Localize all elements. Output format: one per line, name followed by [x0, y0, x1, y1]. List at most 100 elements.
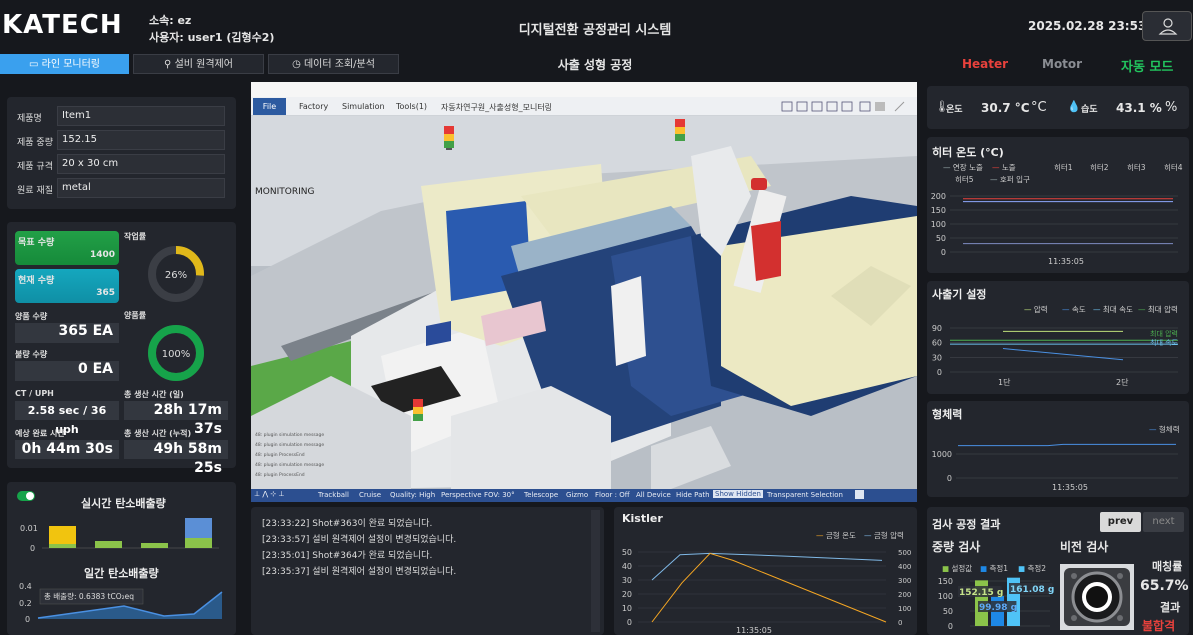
sim-status-quality[interactable]: Quality: High	[390, 491, 435, 499]
sim-menu-tools[interactable]: Tools(1)	[396, 102, 427, 111]
rt-tick-1: 0	[30, 544, 35, 553]
weight-data-label: 161.08 g	[1010, 585, 1054, 595]
kistler-y-tick-right: 300	[898, 577, 911, 585]
kistler-y-tick-left: 50	[622, 548, 632, 557]
y-tick: 90	[932, 324, 942, 333]
tab-line-monitoring-label: 라인 모니터링	[41, 59, 101, 70]
tab-line-monitoring[interactable]: ▭ 라인 모니터링	[0, 54, 129, 74]
match-value: 65.7%	[1140, 578, 1189, 594]
rt-bar	[185, 538, 212, 548]
yield-label: 양품률	[124, 311, 147, 320]
sim-menu-factory[interactable]: Factory	[299, 102, 328, 111]
sim-status-hide-path[interactable]: Hide Path	[676, 491, 710, 499]
total-cum-label: 총 생산 시간 (누적)	[124, 429, 192, 438]
y-tick: 200	[931, 192, 946, 201]
y-tick: 0	[947, 474, 952, 483]
log-line: [23:33:57] 설비 원격제어 설정이 변경되었습니다.	[262, 535, 457, 545]
sim-status-transparent[interactable]: Transparent Selection	[767, 491, 843, 499]
target-qty-value: 1400	[89, 250, 115, 260]
kistler-y-tick-right: 500	[898, 549, 911, 557]
tab-remote-control-label: 설비 원격제어	[174, 59, 233, 70]
sim-toolbar-icons[interactable]	[780, 100, 915, 114]
svg-text:48: plugin ProcessEnd: 48: plugin ProcessEnd	[255, 452, 305, 458]
sim-menu-file[interactable]: File	[253, 98, 286, 115]
log-line: [23:35:01] Shot#364가 완료 되었습니다.	[262, 551, 433, 561]
inj-x-tick: 1단	[998, 377, 1011, 387]
sim-status-gizmo[interactable]: Gizmo	[566, 491, 588, 499]
rt-bar	[49, 526, 76, 546]
heater-x-tick: 11:35:05	[1048, 257, 1084, 266]
target-qty-label: 목표 수량	[18, 238, 55, 248]
heater-temp-title: 히터 온도 (°C)	[932, 146, 1004, 159]
tab-data-analysis[interactable]: ◷ 데이터 조회/분석	[268, 54, 399, 74]
injection-legend-label: 압력	[1033, 305, 1048, 314]
inspection-title: 검사 공정 결과	[932, 518, 1001, 531]
kistler-y-tick-left: 40	[622, 562, 632, 571]
rt-bar	[49, 544, 76, 548]
sim-axis-icons[interactable]: ⊥ ⋀ ⊹ ⊥	[254, 490, 284, 498]
rt-bar	[95, 541, 122, 548]
yield-value: 100%	[162, 349, 191, 360]
total-cum-value: 49h 58m 25s	[124, 440, 228, 476]
work-rate-label: 작업률	[124, 232, 147, 241]
heater-legend-item: 히터5	[955, 175, 974, 184]
heater-legend-item: — 호퍼 입구	[990, 175, 1030, 184]
tab-remote-control[interactable]: ⚲ 설비 원격제어	[133, 54, 264, 74]
heater-legend-label: 노즐	[1001, 163, 1016, 172]
inj-annotation: 최대 압력	[1150, 329, 1178, 338]
prev-button[interactable]: prev	[1100, 512, 1141, 532]
humidity-unit: %	[1165, 100, 1178, 115]
heater-legend-item: 히터4	[1164, 163, 1183, 172]
kistler-title: Kistler	[622, 512, 663, 525]
kistler-y-tick-left: 0	[627, 618, 632, 627]
user-text: 사용자: user1 (김형수2)	[149, 31, 275, 44]
weight-legend-label: 측정2	[1027, 564, 1047, 573]
injection-legend-label: 최대 압력	[1147, 305, 1178, 314]
affiliation-text: 소속: ez	[149, 14, 192, 27]
kistler-legend-pressure-label: 금형 압력	[873, 531, 904, 540]
katech-logo: KATECH	[2, 10, 123, 40]
weight-legend-label: 설정값	[951, 564, 973, 573]
sim-status-fov[interactable]: FOV: 30°	[484, 491, 515, 499]
current-qty-value: 365	[96, 288, 115, 298]
kistler-chart: 50 500 40 400 30 300 20 200 10 100 0 0 11:35:05	[622, 548, 912, 635]
weight-inspection-chart: 150 100 50 0 152.15 g 99.98 g 161.08 g	[938, 577, 1055, 631]
mode-status: 자동 모드	[1121, 60, 1174, 75]
monitoring-label: MONITORING	[255, 187, 314, 197]
daily-tick-1: 0.2	[19, 599, 32, 608]
sim-status-show-hidden[interactable]: Show Hidden	[713, 490, 763, 498]
injection-legend-label: 속도	[1071, 305, 1086, 314]
next-button[interactable]: next	[1143, 512, 1184, 532]
y-tick: 0	[948, 622, 953, 631]
sim-status-trackball[interactable]: Trackball	[318, 491, 349, 499]
kistler-y-tick-right: 200	[898, 591, 911, 599]
sim-status-floor[interactable]: Floor : Off	[595, 491, 630, 499]
daily-tick-2: 0	[25, 615, 30, 624]
motor-status: Motor	[1042, 57, 1083, 71]
sim-status-cruise[interactable]: Cruise	[359, 491, 381, 499]
product-spec-label: 제품 규격	[17, 162, 53, 172]
injection-legend-item: — 최대 속도	[1093, 305, 1133, 314]
product-name-field: Item1	[57, 106, 225, 126]
sim-status-all-device[interactable]: All Device	[636, 491, 671, 499]
system-title: 디지털전환 공정관리 시스템	[518, 23, 672, 38]
sim-status-perspective[interactable]: Perspective	[441, 491, 482, 499]
eta-value: 0h 44m 30s	[15, 440, 119, 459]
log-scrollbar[interactable]	[591, 510, 600, 632]
sim-status-telescope[interactable]: Telescope	[524, 491, 558, 499]
product-material-field: metal	[57, 178, 225, 198]
ct-label: CT / UPH	[15, 389, 54, 398]
svg-text:48: plugin ProcessEnd: 48: plugin ProcessEnd	[255, 472, 305, 478]
kistler-legend-temp-label: 금형 온도	[825, 531, 856, 540]
sim-status-icon[interactable]	[855, 490, 864, 499]
inj-annotation: 최대 속도	[1150, 338, 1179, 347]
good-qty-value: 365 EA	[15, 323, 119, 343]
heater-temp-chart: 200 150 100 50 0 11:35:05	[931, 192, 1178, 266]
carbon-toggle[interactable]	[17, 491, 35, 501]
sim-menu-simulation[interactable]: Simulation	[342, 102, 385, 111]
injection-legend-label: 최대 속도	[1102, 305, 1133, 314]
kistler-y-tick-left: 20	[622, 590, 632, 599]
kistler-y-tick-right: 400	[898, 563, 911, 571]
user-profile-button[interactable]	[1142, 11, 1192, 41]
svg-text:48: plugin simulation message: 48: plugin simulation message	[255, 432, 324, 438]
